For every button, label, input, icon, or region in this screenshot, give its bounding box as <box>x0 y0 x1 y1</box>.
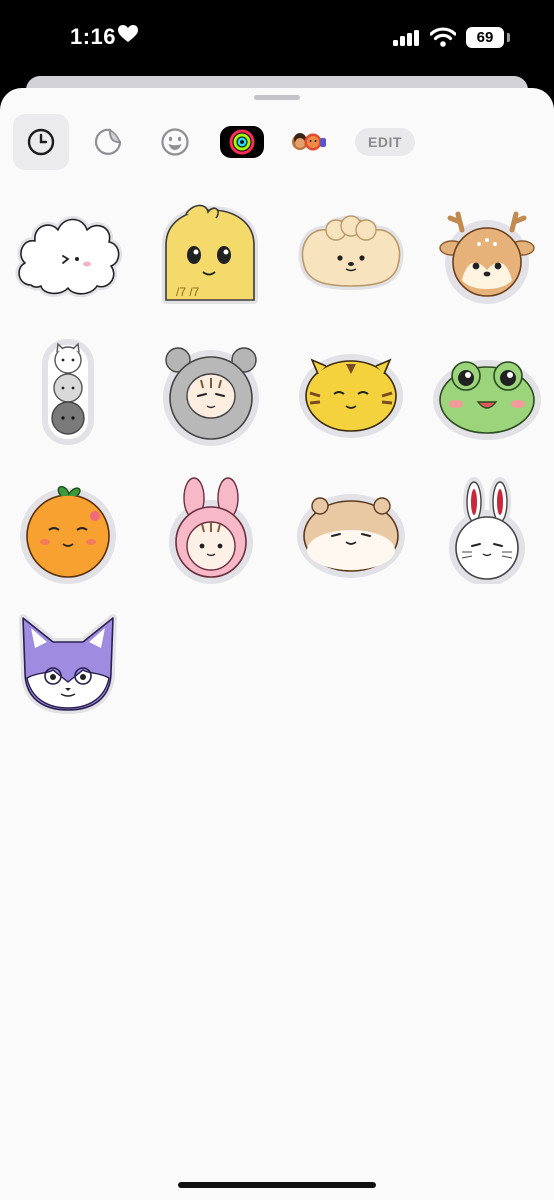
wifi-icon <box>430 27 456 47</box>
heart-icon <box>118 25 138 42</box>
orange-sticker[interactable] <box>13 474 123 584</box>
frog-sticker[interactable] <box>432 338 542 448</box>
bunny-hood-sticker[interactable] <box>156 474 266 584</box>
battery-indicator: 69 <box>466 27 504 48</box>
status-time: 1:16 <box>70 24 117 49</box>
sheet-grabber[interactable] <box>254 95 300 100</box>
peel-sticker-icon <box>94 128 122 155</box>
sticker-sheet: EDIT /7 /7 <box>0 88 554 1200</box>
fox-sticker[interactable] <box>13 612 123 722</box>
stacked-cats-sticker[interactable] <box>13 338 123 448</box>
tiger-sticker[interactable] <box>296 338 406 448</box>
puppy-sticker[interactable] <box>296 200 406 310</box>
cloud-sticker[interactable] <box>13 200 123 310</box>
gray-bear-sticker[interactable] <box>156 338 266 448</box>
activity-tab[interactable] <box>214 114 270 170</box>
edit-button[interactable]: EDIT <box>355 128 415 156</box>
hamster-sticker[interactable] <box>296 474 406 584</box>
stickers-tab[interactable] <box>80 114 136 170</box>
yellow-chick-sticker[interactable]: /7 /7 <box>156 200 266 310</box>
sticker-caption: /7 /7 <box>176 285 200 299</box>
memoji-icon <box>292 133 326 151</box>
clock-icon <box>27 128 55 156</box>
sticker-category-tabs: EDIT <box>0 114 554 170</box>
cellular-signal-icon <box>393 30 419 46</box>
recents-tab[interactable] <box>13 114 69 170</box>
status-bar: 1:16 69 <box>0 0 554 76</box>
white-rabbit-sticker[interactable] <box>432 474 542 586</box>
deer-sticker[interactable] <box>432 200 542 310</box>
emoji-tab[interactable] <box>147 114 203 170</box>
battery-cap <box>507 33 510 42</box>
memoji-tab[interactable] <box>281 114 337 170</box>
home-indicator[interactable] <box>178 1182 376 1188</box>
activity-rings-icon <box>220 126 264 158</box>
smiley-icon <box>161 128 189 156</box>
